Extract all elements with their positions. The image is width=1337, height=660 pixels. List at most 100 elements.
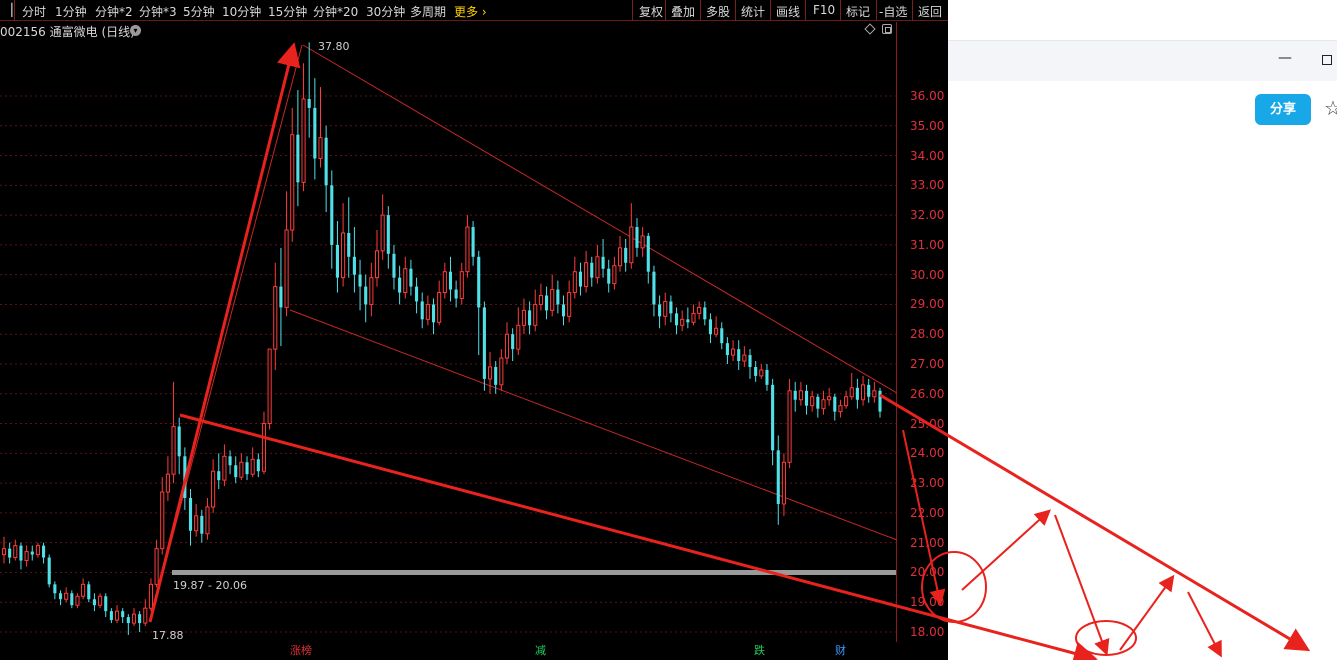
candle-body (635, 227, 639, 248)
candle-body (482, 307, 486, 379)
candle-body (624, 247, 628, 263)
candlestick-chart: 37.80 17.88 19.87 - 20.06 涨榜 减 跌 财 (0, 40, 898, 657)
candle-body (403, 268, 408, 294)
candle-body (148, 583, 153, 609)
candle-body (279, 286, 283, 308)
candle-body (521, 309, 527, 326)
candle-body (245, 462, 249, 475)
share-button[interactable]: 分享 (1255, 94, 1311, 125)
minimize-icon[interactable]: — (1278, 50, 1292, 66)
support-zone-label: 19.87 - 20.06 (173, 579, 247, 592)
candle-body (194, 515, 199, 532)
candle-body (239, 461, 244, 478)
candle-body (765, 369, 769, 385)
candle-body (781, 461, 786, 505)
candle-body (674, 313, 679, 326)
candle-body (19, 545, 23, 561)
candle-body (629, 226, 634, 264)
candle-body (8, 548, 12, 558)
candle-body (380, 214, 385, 252)
rally-line (149, 44, 303, 623)
candle-body (601, 256, 605, 269)
candle-body (607, 268, 611, 284)
candle-body (816, 396, 820, 409)
candle-body (867, 384, 871, 397)
candle-body (538, 295, 543, 305)
candle-body (420, 301, 424, 320)
candle-body (205, 506, 210, 535)
candle-body (250, 458, 255, 475)
candle-body (477, 256, 481, 308)
candle-body (267, 348, 272, 425)
candle-body (567, 292, 572, 317)
candle-body (358, 274, 362, 287)
candle-body (138, 614, 142, 624)
candle-body (415, 286, 419, 302)
candle-body (222, 455, 227, 481)
candle-body (114, 610, 120, 621)
star-icon[interactable]: ☆ (1324, 96, 1337, 120)
candle-body (160, 491, 165, 550)
candle-body (454, 289, 458, 299)
candle-body (878, 390, 882, 412)
candle-body (617, 247, 623, 267)
candle-body (844, 396, 849, 407)
candle-body (13, 545, 18, 559)
channel-upper-line (302, 44, 898, 394)
candle-body (680, 318, 685, 326)
candle-body (646, 235, 650, 272)
candle-body (578, 271, 583, 287)
candle-body (177, 426, 181, 457)
candle-body (296, 134, 300, 183)
candle-body (511, 334, 515, 350)
maximize-icon[interactable] (1322, 55, 1332, 65)
candle-body (409, 268, 413, 287)
candle-body (330, 185, 334, 245)
candle-body (64, 592, 69, 600)
browser-window: — 分享 ☆ (948, 0, 1337, 660)
candle-body (533, 303, 538, 326)
candle-body (590, 262, 594, 278)
candle-body (640, 235, 645, 249)
candle-body (30, 551, 34, 555)
candle-body (284, 229, 289, 308)
candle-body (556, 289, 560, 305)
candle-body (516, 324, 521, 350)
candle-body (290, 134, 295, 231)
candle-body (92, 599, 96, 606)
candle-body (335, 244, 339, 278)
candle-body (42, 545, 46, 558)
candle-body (499, 357, 504, 386)
candle-body (821, 399, 826, 410)
stock-chart-window: ▕ 分时 1分钟 分钟*2 分钟*3 5分钟 10分钟 15分钟 分钟*20 3… (0, 0, 948, 660)
candle-body (35, 545, 40, 556)
candle-body (584, 262, 589, 288)
candle-body (171, 426, 176, 475)
candle-body (234, 465, 238, 478)
candle-body (669, 301, 673, 314)
candle-body (47, 557, 51, 585)
candle-body (386, 215, 390, 254)
candle-body (612, 265, 617, 285)
event-marker-reduce: 减 (535, 644, 546, 657)
candle-body (787, 390, 792, 463)
candle-body (53, 584, 57, 594)
candle-body (855, 387, 859, 400)
candle-body (697, 306, 702, 314)
candle-body (810, 396, 815, 407)
candle-body (143, 607, 148, 624)
candle-body (471, 227, 475, 257)
candle-body (183, 456, 187, 498)
candle-body (754, 366, 758, 376)
candle-body (703, 307, 707, 320)
candle-body (686, 319, 690, 323)
candle-body (550, 289, 555, 311)
candle-body (691, 312, 696, 323)
candle-body (595, 256, 600, 279)
candle-body (392, 253, 396, 278)
candle-body (126, 617, 130, 624)
candle-body (748, 355, 752, 367)
candle-body (217, 471, 221, 481)
candle-body (121, 611, 125, 618)
candle-body (313, 107, 317, 159)
